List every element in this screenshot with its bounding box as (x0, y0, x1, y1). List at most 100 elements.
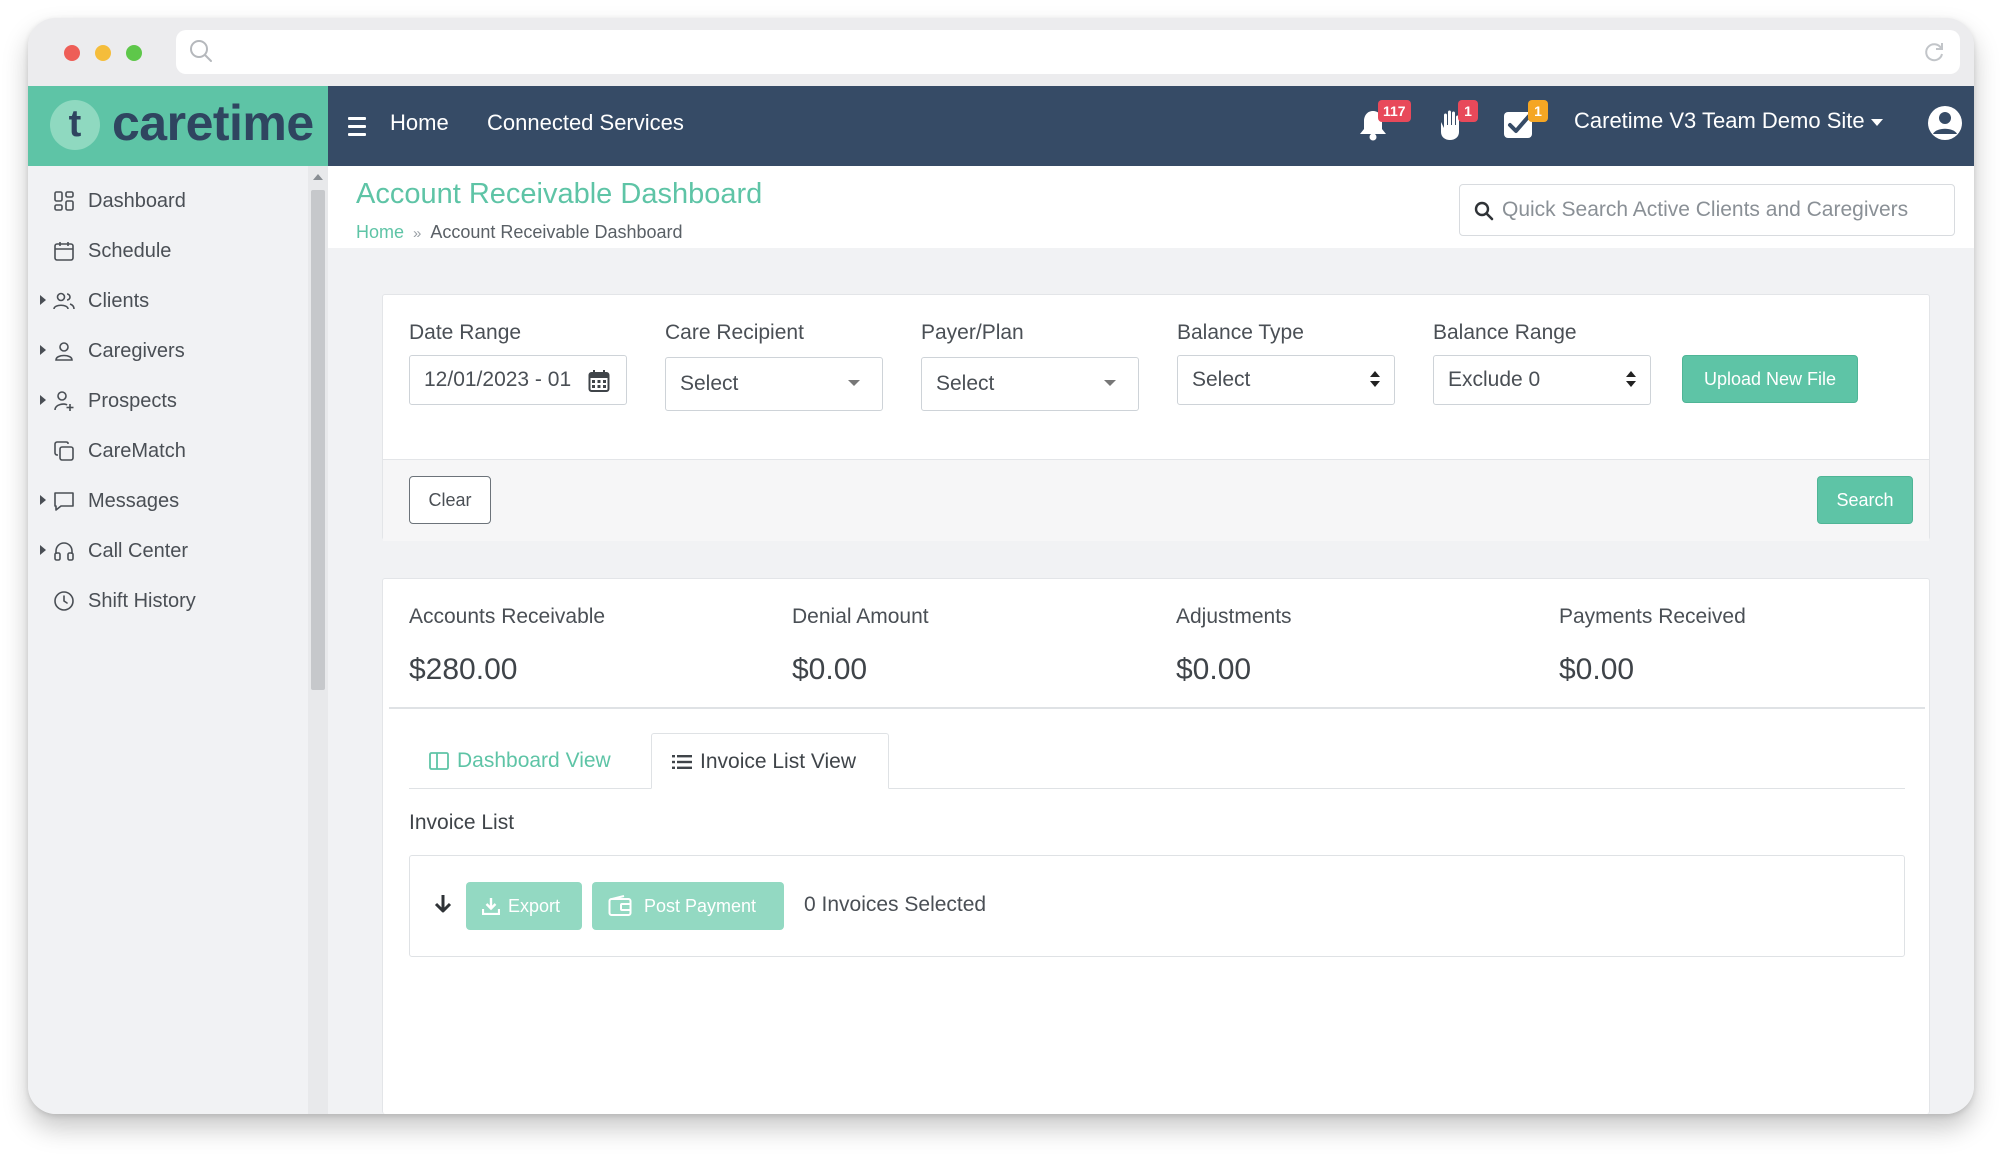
sidebar-item-label: Call Center (88, 540, 189, 562)
browser-titlebar (28, 18, 1974, 86)
payments-received-value: $0.00 (1559, 653, 1635, 686)
sidebar-item-dashboard[interactable]: Dashboard (28, 176, 298, 226)
filter-panel: Date Range 12/01/2023 - 01 Care Recipien… (382, 294, 1930, 541)
balance-range-label: Balance Range (1433, 321, 1577, 344)
upload-new-file-button[interactable]: Upload New File (1682, 355, 1858, 403)
page-title: Account Receivable Dashboard (356, 178, 763, 210)
payer-plan-value: Select (936, 372, 995, 395)
clear-button[interactable]: Clear (409, 476, 491, 524)
sidebar-item-call-center[interactable]: Call Center (28, 526, 298, 576)
close-window-button[interactable] (64, 45, 80, 61)
sort-updown-icon (1370, 371, 1380, 389)
breadcrumb-home-link[interactable]: Home (356, 222, 404, 242)
care-recipient-value: Select (680, 372, 739, 395)
notifications-button[interactable]: 117 (1356, 98, 1412, 148)
adjustments-label: Adjustments (1176, 605, 1292, 628)
filter-actions: Clear Search (383, 459, 1929, 541)
sidebar-item-prospects[interactable]: Prospects (28, 376, 298, 426)
headset-icon (54, 542, 74, 561)
caret-right-icon (40, 495, 46, 505)
export-button[interactable]: Export (466, 882, 582, 930)
sidebar-item-caregivers[interactable]: Caregivers (28, 326, 298, 376)
sidebar-item-schedule[interactable]: Schedule (28, 226, 298, 276)
tab-dashboard-view[interactable]: Dashboard View (429, 733, 651, 789)
minimize-window-button[interactable] (95, 45, 111, 61)
grid-icon (54, 191, 74, 211)
date-range-label: Date Range (409, 321, 522, 344)
date-range-input[interactable]: 12/01/2023 - 01 (409, 355, 627, 405)
arrow-down-icon[interactable] (434, 894, 452, 919)
sidebar-item-label: Clients (88, 290, 150, 312)
breadcrumb-current: Account Receivable Dashboard (430, 222, 683, 242)
divider (389, 707, 1925, 709)
tasks-button[interactable]: 1 (1502, 98, 1558, 148)
download-icon (482, 898, 500, 915)
sidebar-item-shift-history[interactable]: Shift History (28, 576, 298, 626)
page-header: Account Receivable Dashboard Home » Accoun… (328, 166, 1974, 248)
main-content: Account Receivable Dashboard Home » Accoun… (328, 166, 1974, 1114)
sort-updown-icon (1626, 371, 1636, 389)
scroll-up-arrow-icon[interactable] (313, 174, 323, 180)
site-selector-dropdown[interactable]: Caretime V3 Team Demo Site (1574, 108, 1883, 134)
quick-search-input[interactable] (1502, 195, 1942, 225)
users-icon (53, 292, 75, 310)
post-payment-label: Post Payment (644, 896, 757, 916)
nav-home-link[interactable]: Home (390, 110, 449, 136)
post-payment-button[interactable]: Post Payment (592, 882, 784, 930)
wallet-icon (608, 895, 632, 916)
sidebar-item-messages[interactable]: Messages (28, 476, 298, 526)
reload-icon[interactable] (1922, 40, 1946, 69)
sidebar-item-label: Prospects (88, 390, 177, 412)
calendar-icon (588, 370, 610, 392)
logo[interactable]: t caretime (28, 86, 328, 166)
search-icon (188, 38, 214, 69)
balance-type-select[interactable]: Select (1177, 355, 1395, 405)
sidebar-scrollbar-thumb[interactable] (311, 190, 325, 690)
chevron-down-icon (1870, 118, 1883, 126)
logo-text: caretime (112, 95, 314, 151)
balance-range-select[interactable]: Exclude 0 (1433, 355, 1651, 405)
caret-right-icon (40, 345, 46, 355)
sidebar-item-clients[interactable]: Clients (28, 276, 298, 326)
caret-right-icon (40, 545, 46, 555)
date-range-value: 12/01/2023 - 01 (424, 368, 572, 391)
sidebar-item-carematch[interactable]: CareMatch (28, 426, 298, 476)
copy-icon (54, 441, 74, 461)
hamburger-menu-icon[interactable] (344, 112, 370, 140)
nav-connected-services-link[interactable]: Connected Services (487, 110, 684, 136)
calendar-icon (54, 242, 74, 261)
user-icon (55, 342, 73, 361)
tasks-badge: 1 (1528, 100, 1548, 122)
site-name: Caretime V3 Team Demo Site (1574, 108, 1865, 133)
user-account-icon[interactable] (1926, 104, 1964, 142)
sidebar: Dashboard Schedule Clients Caregivers Pr… (28, 166, 308, 1114)
breadcrumb-separator: » (413, 225, 422, 242)
adjustments-value: $0.00 (1176, 653, 1252, 686)
hand-button[interactable]: 1 (1434, 98, 1490, 148)
denial-amount-value: $0.00 (792, 653, 868, 686)
search-icon (1474, 201, 1494, 221)
sidebar-item-label: Shift History (88, 590, 196, 612)
payer-plan-select[interactable]: Select (921, 357, 1139, 411)
invoices-selected-count: 0 Invoices Selected (804, 893, 987, 916)
quick-search-box[interactable] (1459, 184, 1955, 236)
logo-mark: t (50, 100, 100, 150)
balance-range-value: Exclude 0 (1448, 368, 1541, 391)
caret-right-icon (40, 395, 46, 405)
care-recipient-select[interactable]: Select (665, 357, 883, 411)
balance-type-value: Select (1192, 368, 1251, 391)
app-header: t caretime Home Connected Services 117 1… (28, 86, 1974, 166)
browser-window: t caretime Home Connected Services 117 1… (28, 18, 1974, 1114)
list-icon (672, 755, 692, 769)
address-bar[interactable] (176, 30, 1960, 74)
user-plus-icon (54, 391, 74, 411)
balance-type-label: Balance Type (1177, 321, 1304, 344)
clock-icon (54, 591, 74, 611)
sidebar-item-label: Messages (88, 490, 180, 512)
tab-invoice-list-view[interactable]: Invoice List View (651, 733, 889, 789)
caret-right-icon (40, 295, 46, 305)
maximize-window-button[interactable] (126, 45, 142, 61)
tab-label: Dashboard View (457, 749, 611, 772)
sidebar-item-label: Schedule (88, 240, 172, 262)
search-button[interactable]: Search (1817, 476, 1913, 524)
